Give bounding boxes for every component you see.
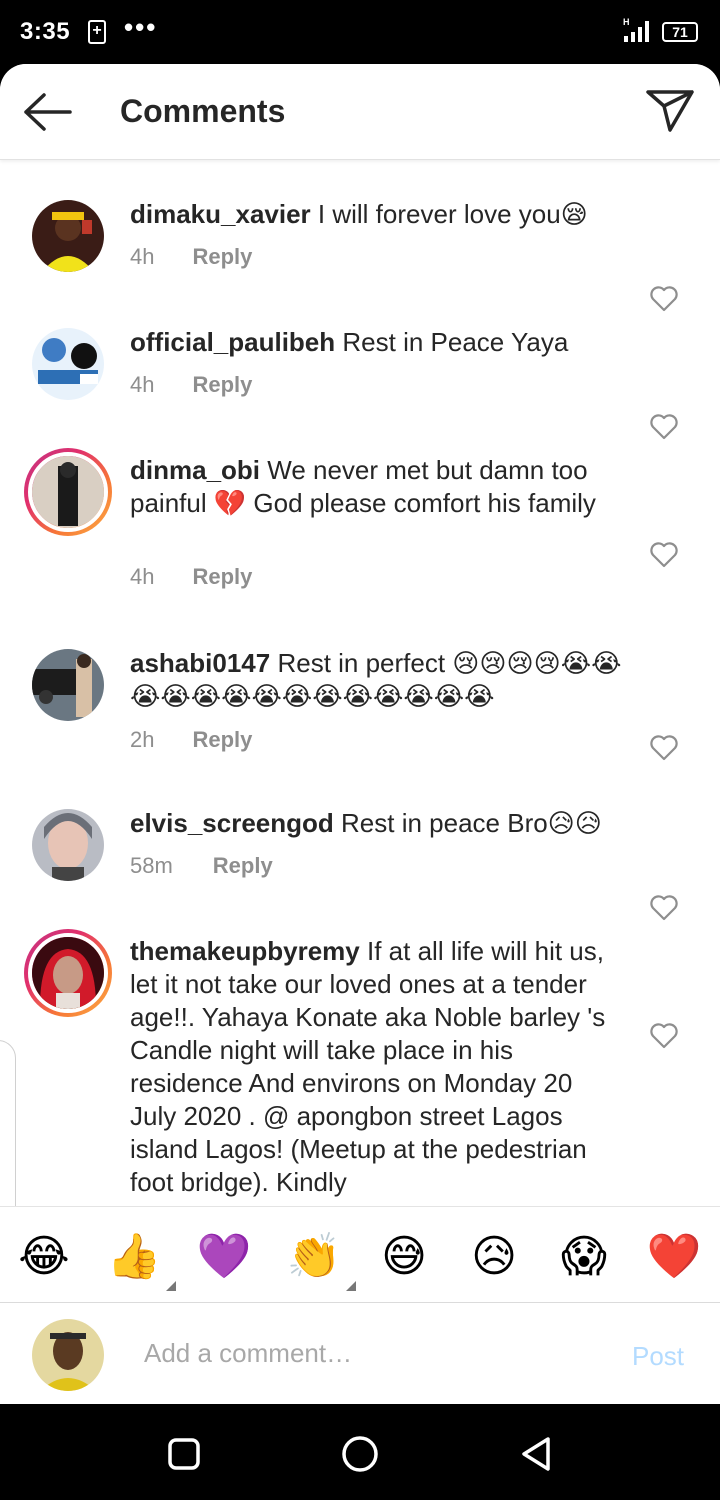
- comment-username[interactable]: ashabi0147: [130, 648, 270, 678]
- more-notifications-icon: •••: [124, 12, 158, 42]
- comment-text: themakeupbyremy If at all life will hit …: [130, 935, 612, 1199]
- avatar-with-story-ring[interactable]: [24, 448, 112, 536]
- comment-username[interactable]: elvis_screengod: [130, 808, 334, 838]
- back-triangle-icon[interactable]: [516, 1434, 556, 1474]
- comment-meta: 4h Reply: [130, 244, 252, 270]
- reply-button[interactable]: Reply: [213, 853, 273, 879]
- comment-meta: 4h Reply: [130, 372, 252, 398]
- grinning-sweat-emoji-button[interactable]: 😅: [376, 1229, 432, 1285]
- thumbs-up-emoji-button[interactable]: 👍: [106, 1229, 176, 1291]
- system-nav-bar: [0, 1404, 720, 1500]
- comment-time: 58m: [130, 853, 173, 878]
- avatar[interactable]: [32, 200, 104, 272]
- comment-time: 2h: [130, 727, 155, 752]
- reply-button[interactable]: Reply: [192, 564, 252, 590]
- status-time: 3:35: [20, 18, 71, 45]
- notification-icon: +: [88, 20, 106, 44]
- comment-composer: Post: [0, 1302, 720, 1404]
- my-avatar: [32, 1319, 104, 1391]
- avatar[interactable]: [32, 649, 104, 721]
- skin-tone-indicator-icon: [166, 1281, 176, 1291]
- comment-input[interactable]: [144, 1333, 604, 1373]
- avatar[interactable]: [32, 328, 104, 400]
- comment-text: ashabi0147 Rest in perfect 😢😢😢😢😭😭😭😭😭😭😭😭😭…: [130, 647, 630, 713]
- post-button[interactable]: Post: [632, 1341, 684, 1372]
- tears-of-joy-emoji-button[interactable]: 😂: [16, 1229, 72, 1285]
- page-title: Comments: [120, 93, 286, 129]
- clapping-hands-emoji-button[interactable]: 👏: [286, 1229, 356, 1291]
- comment-username[interactable]: themakeupbyremy: [130, 936, 360, 966]
- like-heart-icon[interactable]: [650, 735, 678, 761]
- status-bar: 3:35 + ••• H 71: [0, 0, 720, 64]
- like-heart-icon[interactable]: [650, 542, 678, 568]
- comment-text: official_paulibeh Rest in Peace Yaya: [130, 326, 620, 359]
- comment-body: Rest in peace Bro😥😥: [341, 808, 602, 838]
- battery-icon: 71: [662, 22, 698, 42]
- svg-text:H: H: [623, 17, 630, 27]
- reply-button[interactable]: Reply: [192, 372, 252, 398]
- comment-time: 4h: [130, 564, 155, 589]
- top-bar: Comments: [0, 64, 720, 160]
- avatar-with-story-ring[interactable]: [24, 929, 112, 1017]
- comment-meta: 4h Reply: [130, 564, 252, 590]
- home-circle-icon[interactable]: [340, 1434, 380, 1474]
- recent-apps-square-icon[interactable]: [164, 1434, 204, 1474]
- reply-button[interactable]: Reply: [192, 244, 252, 270]
- quick-emoji-bar: 😂 👍 💜 👏 😅 😥 😱 ❤️: [0, 1206, 720, 1302]
- comment-text: elvis_screengod Rest in peace Bro😥😥: [130, 807, 620, 840]
- signal-icon: H: [623, 17, 649, 42]
- comment-text: dinma_obi We never met but damn too pain…: [130, 454, 620, 520]
- like-heart-icon[interactable]: [650, 895, 678, 921]
- sad-relieved-emoji-button[interactable]: 😥: [466, 1229, 522, 1285]
- comment-username[interactable]: dinma_obi: [130, 455, 260, 485]
- clapping-hands-icon: 👏: [286, 1232, 342, 1281]
- comment-username[interactable]: official_paulibeh: [130, 327, 335, 357]
- screaming-emoji-button[interactable]: 😱: [556, 1229, 612, 1285]
- comment-time: 4h: [130, 244, 155, 269]
- comments-screen: Comments dimaku_xavier I will forever lo…: [0, 64, 720, 1404]
- comment-text: dimaku_xavier I will forever love you😪: [130, 198, 620, 231]
- comment-time: 4h: [130, 372, 155, 397]
- comment-username[interactable]: dimaku_xavier: [130, 199, 311, 229]
- thumbs-up-icon: 👍: [106, 1232, 162, 1281]
- purple-heart-emoji-button[interactable]: 💜: [196, 1229, 252, 1285]
- red-heart-emoji-button[interactable]: ❤️: [646, 1229, 702, 1285]
- comment-list[interactable]: dimaku_xavier I will forever love you😪 4…: [0, 162, 720, 1202]
- comment-body: Rest in Peace Yaya: [342, 327, 569, 357]
- comment-meta: 58m Reply: [130, 853, 273, 879]
- reply-button[interactable]: Reply: [192, 727, 252, 753]
- skin-tone-indicator-icon: [346, 1281, 356, 1291]
- direct-share-icon[interactable]: [644, 86, 696, 134]
- like-heart-icon[interactable]: [650, 286, 678, 312]
- avatar[interactable]: [32, 809, 104, 881]
- like-heart-icon[interactable]: [650, 414, 678, 440]
- comment-body: If at all life will hit us, let it not t…: [130, 936, 606, 1197]
- comment-meta: 2h Reply: [130, 727, 252, 753]
- back-arrow-icon[interactable]: [20, 88, 76, 136]
- like-heart-icon[interactable]: [650, 1023, 678, 1049]
- comment-body: I will forever love you😪: [317, 199, 588, 229]
